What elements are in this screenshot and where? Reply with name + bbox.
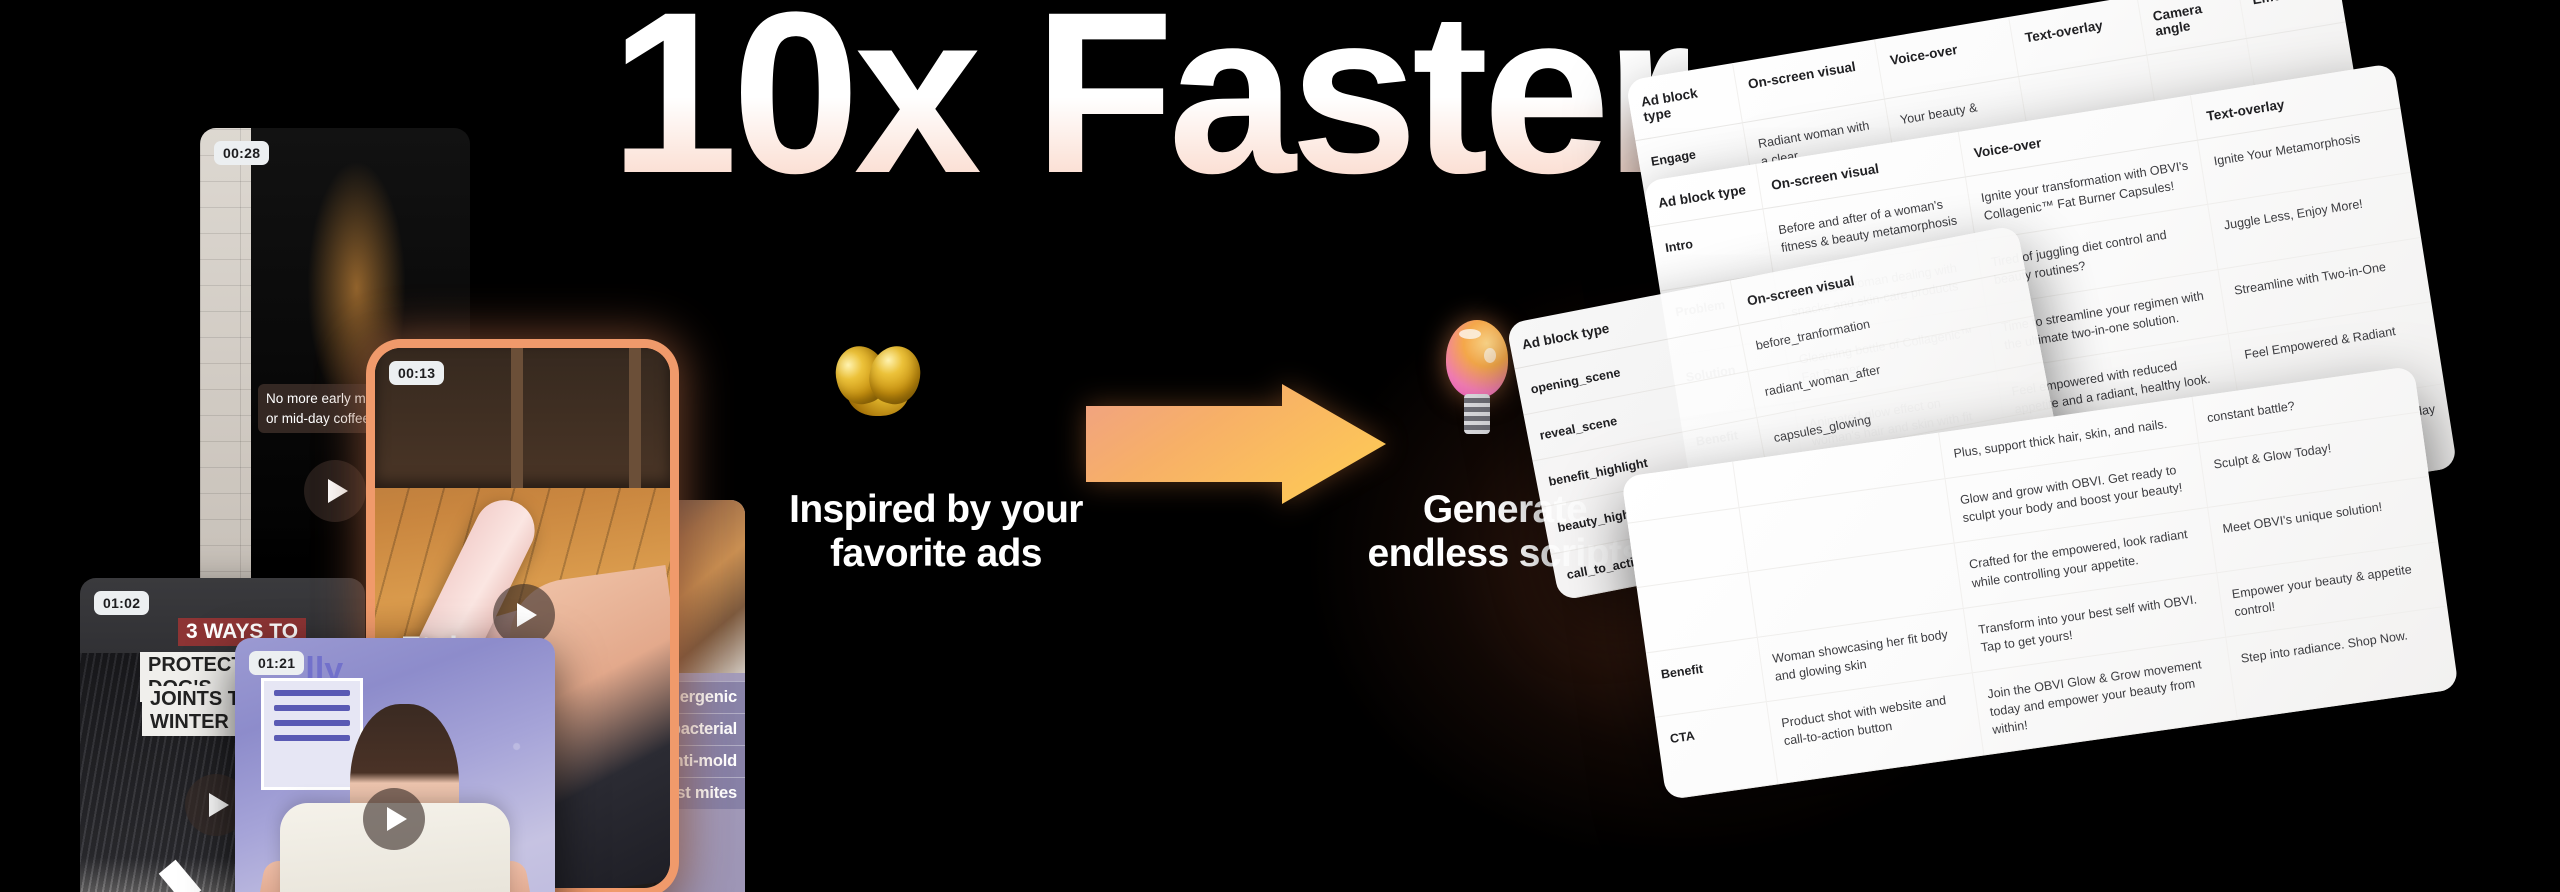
inspired-caption-line2: favorite ads xyxy=(830,531,1042,575)
inspired-caption-line1: Inspired by your xyxy=(789,488,1083,531)
video-timestamp: 00:13 xyxy=(389,361,445,385)
video-card-pillow[interactable]: lly 01:21 xyxy=(235,638,555,892)
play-icon[interactable] xyxy=(363,788,425,850)
play-icon[interactable] xyxy=(493,584,555,646)
hero-banner: 10x Faster Inspired by your favorite ads… xyxy=(0,0,2560,892)
script-sheets-stack: Ad block type On-screen visual Voice-ove… xyxy=(1505,0,2560,892)
cell-block-type: CTA xyxy=(1654,701,1778,800)
lightbulb-icon xyxy=(1446,320,1508,438)
play-icon[interactable] xyxy=(304,460,366,522)
video-timestamp: 01:21 xyxy=(249,651,305,675)
video-ads-collage: 00:28 No more early morn or mid-day coff… xyxy=(0,0,780,892)
video-timestamp: 00:28 xyxy=(214,141,270,165)
gold-heart-icon xyxy=(829,340,927,418)
inspired-caption: Inspired by your favorite ads xyxy=(726,488,1146,575)
right-arrow-icon xyxy=(1086,384,1386,504)
video-timestamp: 01:02 xyxy=(94,591,150,615)
